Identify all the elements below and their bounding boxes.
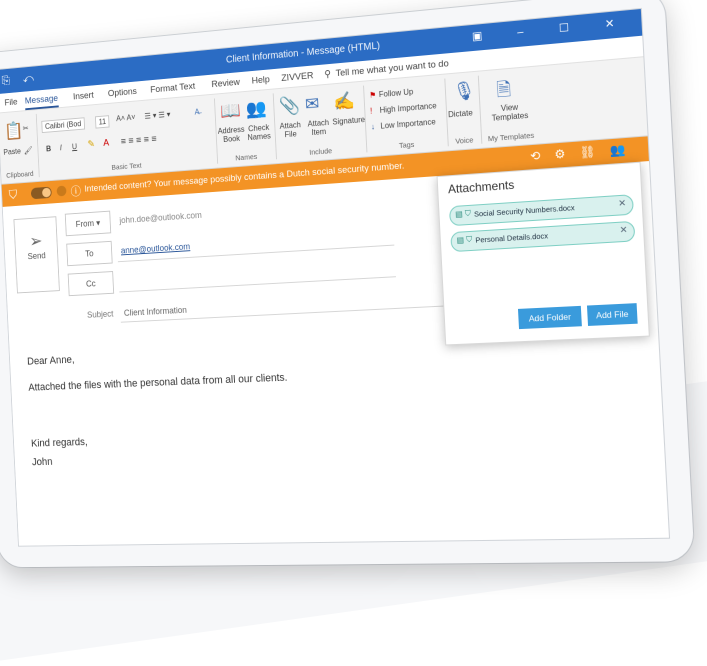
underline-button[interactable]: U: [72, 142, 77, 151]
body-closing[interactable]: Kind regards,: [31, 437, 88, 450]
font-color-icon[interactable]: A: [103, 138, 109, 149]
check-names-label: Check Names: [247, 122, 272, 143]
follow-up-button[interactable]: Follow Up: [379, 87, 414, 99]
voice-label: Voice: [455, 135, 474, 146]
group-include: 📎 ✉ ✍ Attach File Attach Item Signature …: [272, 85, 368, 160]
clipboard-label: Clipboard: [6, 169, 34, 180]
view-templates-label: View Templates: [491, 102, 529, 123]
outlook-window: ⎘ ↶ Client Information - Message (HTML) …: [0, 7, 671, 547]
font-name-select[interactable]: Calibri (Bod: [41, 117, 85, 134]
add-file-button[interactable]: Add File: [586, 303, 638, 326]
signature-label: Signature: [332, 115, 366, 127]
bullets-icon[interactable]: ☰ ▾ ☰ ▾: [144, 110, 170, 121]
to-button[interactable]: To: [66, 240, 113, 267]
cc-field-line: [119, 276, 396, 293]
remove-attachment-icon[interactable]: ✕: [619, 224, 627, 236]
tab-options[interactable]: Options: [108, 86, 137, 99]
font-size-select[interactable]: 11: [94, 115, 110, 129]
group-tags: ⚑ Follow Up ! High Importance ↓ Low Impo…: [363, 78, 449, 153]
subject-input[interactable]: Client Information: [124, 305, 187, 318]
from-value: john.doe@outlook.com: [119, 210, 202, 226]
tab-zivver[interactable]: ZIVVER: [281, 70, 314, 84]
zivver-shield-icon: ⛉: [8, 187, 18, 202]
send-button[interactable]: ➢ Send: [13, 216, 60, 294]
tab-review[interactable]: Review: [211, 77, 240, 90]
send-label: Send: [27, 250, 46, 262]
tab-file[interactable]: File: [4, 97, 17, 108]
body-line[interactable]: Attached the files with the personal dat…: [28, 372, 288, 394]
paste-label: Paste: [3, 146, 22, 157]
status-dot: [56, 185, 67, 197]
from-label: From: [75, 218, 95, 229]
group-my-templates: 🗎 View Templates My Templates: [478, 71, 542, 144]
subject-label: Subject: [86, 308, 114, 320]
group-clipboard: 📋 Paste ✂ 🖌 Clipboard: [0, 113, 40, 181]
check-names-icon[interactable]: 👥: [245, 98, 267, 120]
tags-label: Tags: [398, 139, 415, 150]
address-book-icon[interactable]: 📖: [220, 100, 242, 122]
attach-file-label: Attach File: [279, 120, 302, 140]
add-folder-button[interactable]: Add Folder: [517, 305, 582, 330]
compose-area: ➢ Send From ▾ john.doe@outlook.com To an…: [3, 161, 669, 541]
cc-button[interactable]: Cc: [67, 271, 115, 297]
signature-icon[interactable]: ✍: [333, 90, 355, 112]
attachments-title: Attachments: [447, 177, 515, 197]
remove-attachment-icon[interactable]: ✕: [618, 198, 626, 210]
attachment-chip[interactable]: ▤ ⛉ Personal Details.docx ✕: [450, 220, 636, 253]
low-importance-button[interactable]: Low Importance: [380, 117, 436, 130]
high-importance-icon: !: [369, 106, 373, 116]
italic-button[interactable]: I: [60, 144, 62, 153]
names-label: Names: [235, 152, 258, 163]
format-painter-icon[interactable]: 🖌: [24, 146, 33, 155]
highlight-icon[interactable]: ✎: [87, 139, 95, 150]
include-label: Include: [309, 146, 333, 157]
tab-format-text[interactable]: Format Text: [150, 81, 195, 95]
attach-item-label: Attach Item: [307, 118, 330, 138]
group-names: 📖 👥 Address Book Check Names Names: [213, 93, 277, 164]
attachment-name: Social Security Numbers.docx: [473, 203, 575, 219]
body-greeting[interactable]: Dear Anne,: [27, 354, 75, 367]
tab-insert[interactable]: Insert: [73, 90, 94, 102]
group-basic-text: Calibri (Bod 11 A˄ A˅ ☰ ▾ ☰ ▾ A̶ B I U ✎…: [35, 98, 219, 178]
lightbulb-icon: ⚲: [324, 68, 332, 81]
tablet-frame: ⎘ ↶ Client Information - Message (HTML) …: [0, 0, 695, 568]
flag-icon: ⚑: [369, 90, 377, 100]
send-icon: ➢: [29, 231, 43, 251]
bold-button[interactable]: B: [46, 144, 51, 153]
microphone-icon[interactable]: 🎙: [452, 80, 476, 103]
high-importance-button[interactable]: High Importance: [379, 101, 436, 115]
attachment-name: Personal Details.docx: [475, 231, 549, 245]
align-icons[interactable]: ≡ ≡ ≡ ≡ ≡: [121, 134, 157, 147]
zivver-toggle[interactable]: [30, 186, 52, 200]
envelope-icon[interactable]: ✉: [305, 93, 320, 115]
attachment-chip[interactable]: ▤ ⛉ Social Security Numbers.docx ✕: [448, 194, 634, 227]
my-templates-label: My Templates: [487, 130, 535, 144]
group-voice: 🎙 Dictate Voice: [444, 75, 483, 147]
zivver-action-icons[interactable]: ⟲⚙⛓👥: [530, 141, 640, 163]
document-shield-icon: ▤ ⛉: [455, 208, 472, 219]
document-shield-icon: ▤ ⛉: [456, 234, 473, 245]
to-recipient[interactable]: anne@outlook.com: [121, 242, 191, 256]
tab-help[interactable]: Help: [251, 74, 270, 86]
paperclip-icon[interactable]: 📎: [278, 95, 300, 117]
grow-font-icon[interactable]: A˄ A˅: [116, 113, 136, 123]
low-importance-icon: ↓: [370, 122, 375, 132]
info-icon: ⓘ: [70, 184, 82, 199]
cut-icon[interactable]: ✂: [23, 124, 29, 133]
body-signature[interactable]: John: [32, 456, 53, 468]
from-button[interactable]: From ▾: [64, 210, 112, 237]
clear-format-icon[interactable]: A̶: [194, 107, 199, 116]
paste-icon[interactable]: 📋: [4, 121, 24, 142]
address-book-label: Address Book: [217, 124, 245, 144]
attachments-panel: Attachments ▤ ⛉ Social Security Numbers.…: [436, 161, 650, 346]
dictate-label: Dictate: [447, 108, 473, 120]
